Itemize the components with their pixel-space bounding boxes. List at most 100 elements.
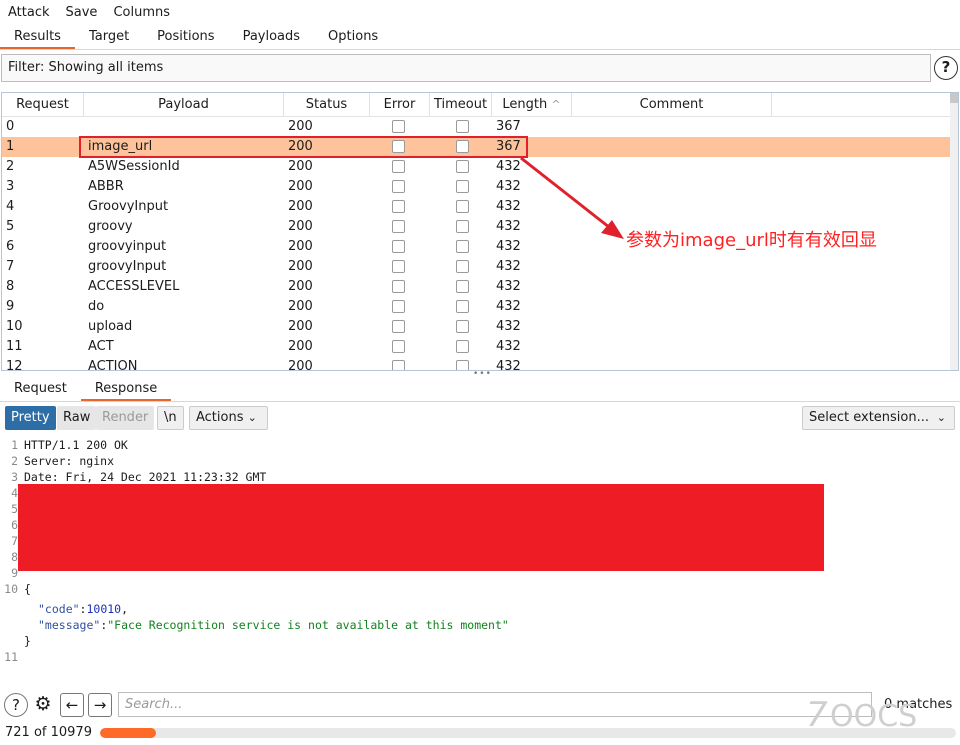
tab-response[interactable]: Response — [80, 377, 172, 401]
cell-request: 9 — [6, 299, 15, 314]
chevron-down-icon: ⌄ — [936, 411, 946, 424]
tab-target[interactable]: Target — [75, 25, 143, 49]
annotation-text: 参数为image_url时有有效回显 — [626, 230, 877, 251]
column-payload[interactable]: Payload — [84, 93, 284, 117]
help-icon[interactable]: ? — [934, 56, 958, 80]
table-row[interactable]: 10 upload 200 432 — [2, 317, 952, 337]
timeout-checkbox — [456, 280, 469, 293]
error-checkbox — [392, 300, 405, 313]
menu-bar: Attack Save Columns — [0, 0, 960, 25]
error-checkbox — [392, 360, 405, 370]
table-row[interactable]: 4 GroovyInput 200 432 — [2, 197, 952, 217]
cell-request: 7 — [6, 259, 15, 274]
cell-status: 200 — [288, 319, 313, 334]
highlight-box — [79, 136, 528, 158]
gear-icon[interactable]: ⚙ — [31, 693, 55, 717]
error-checkbox — [392, 320, 405, 333]
column-length-label: Length — [502, 97, 548, 112]
cell-length: 432 — [496, 359, 521, 371]
cell-payload: groovy — [88, 219, 133, 234]
filter-field[interactable]: Filter: Showing all items — [1, 54, 931, 82]
cell-request: 1 — [6, 139, 15, 154]
help-icon[interactable]: ? — [4, 693, 28, 717]
cell-payload: ACCESSLEVEL — [88, 279, 180, 294]
cell-payload: ACTION — [88, 359, 138, 371]
tab-request[interactable]: Request — [0, 377, 81, 401]
chevron-down-icon: ⌄ — [247, 411, 257, 424]
pretty-button[interactable]: Pretty — [5, 406, 56, 430]
column-timeout[interactable]: Timeout — [430, 93, 492, 117]
cell-status: 200 — [288, 259, 313, 274]
table-row[interactable]: 3 ABBR 200 432 — [2, 177, 952, 197]
timeout-checkbox — [456, 220, 469, 233]
response-line: HTTP/1.1 200 OK — [24, 438, 128, 452]
response-line: Date: Fri, 24 Dec 2021 11:23:32 GMT — [24, 470, 267, 484]
cell-status: 200 — [288, 159, 313, 174]
table-header: Request Payload Status Error Timeout Len… — [2, 93, 952, 117]
select-extension-dropdown[interactable]: Select extension... ⌄ — [802, 406, 955, 430]
line-number: 11 — [4, 650, 18, 664]
line-number: 7 — [11, 534, 18, 548]
actions-label: Actions — [196, 410, 244, 425]
line-number: 2 — [11, 454, 18, 468]
cell-request: 12 — [6, 359, 23, 371]
tab-payloads[interactable]: Payloads — [229, 25, 314, 49]
table-row[interactable]: 0 200 367 — [2, 117, 952, 137]
cell-length: 432 — [496, 279, 521, 294]
arrow-right-icon[interactable]: → — [88, 693, 112, 717]
timeout-checkbox — [456, 340, 469, 353]
tab-options[interactable]: Options — [314, 25, 392, 49]
line-number: 3 — [11, 470, 18, 484]
column-request[interactable]: Request — [2, 93, 84, 117]
timeout-checkbox — [456, 260, 469, 273]
line-number: 8 — [11, 550, 18, 564]
timeout-checkbox — [456, 240, 469, 253]
tab-results[interactable]: Results — [0, 25, 75, 49]
cell-status: 200 — [288, 299, 313, 314]
cell-request: 5 — [6, 219, 15, 234]
progress-fill — [100, 728, 157, 738]
menu-columns[interactable]: Columns — [113, 5, 170, 20]
json-key-code: "code" — [38, 602, 80, 616]
actions-dropdown[interactable]: Actions ⌄ — [189, 406, 268, 430]
raw-button[interactable]: Raw — [57, 406, 97, 430]
menu-save[interactable]: Save — [66, 5, 98, 20]
error-checkbox — [392, 240, 405, 253]
cell-length: 432 — [496, 319, 521, 334]
scrollbar-thumb[interactable] — [950, 93, 958, 103]
table-row[interactable]: 7 groovyInput 200 432 — [2, 257, 952, 277]
table-row[interactable]: 11 ACT 200 432 — [2, 337, 952, 357]
error-checkbox — [392, 200, 405, 213]
column-status[interactable]: Status — [284, 93, 370, 117]
response-line: { — [24, 582, 31, 596]
line-number: 6 — [11, 518, 18, 532]
cell-status: 200 — [288, 219, 313, 234]
cell-length: 432 — [496, 159, 521, 174]
cell-length: 432 — [496, 299, 521, 314]
render-button[interactable]: Render — [96, 406, 155, 430]
newline-toggle[interactable]: \n — [157, 406, 184, 430]
cell-payload: ACT — [88, 339, 114, 354]
table-scrollbar[interactable] — [950, 93, 958, 370]
attack-progress-bar — [100, 728, 956, 738]
column-error[interactable]: Error — [370, 93, 430, 117]
cell-length: 432 — [496, 239, 521, 254]
select-extension-label: Select extension... — [809, 410, 930, 425]
cell-request: 11 — [6, 339, 23, 354]
timeout-checkbox — [456, 320, 469, 333]
tab-positions[interactable]: Positions — [143, 25, 228, 49]
cell-status: 200 — [288, 339, 313, 354]
cell-length: 432 — [496, 339, 521, 354]
json-value-message: "Face Recognition service is not availab… — [107, 618, 509, 632]
arrow-left-icon[interactable]: ← — [60, 693, 84, 717]
cell-request: 0 — [6, 119, 15, 134]
table-row[interactable]: 8 ACCESSLEVEL 200 432 — [2, 277, 952, 297]
column-length[interactable]: Length ^ — [492, 93, 572, 117]
error-checkbox — [392, 280, 405, 293]
search-input[interactable]: Search... — [118, 692, 872, 717]
column-comment[interactable]: Comment — [572, 93, 772, 117]
cell-request: 8 — [6, 279, 15, 294]
menu-attack[interactable]: Attack — [8, 5, 50, 20]
table-row[interactable]: 9 do 200 432 — [2, 297, 952, 317]
table-row[interactable]: 2 A5WSessionId 200 432 — [2, 157, 952, 177]
